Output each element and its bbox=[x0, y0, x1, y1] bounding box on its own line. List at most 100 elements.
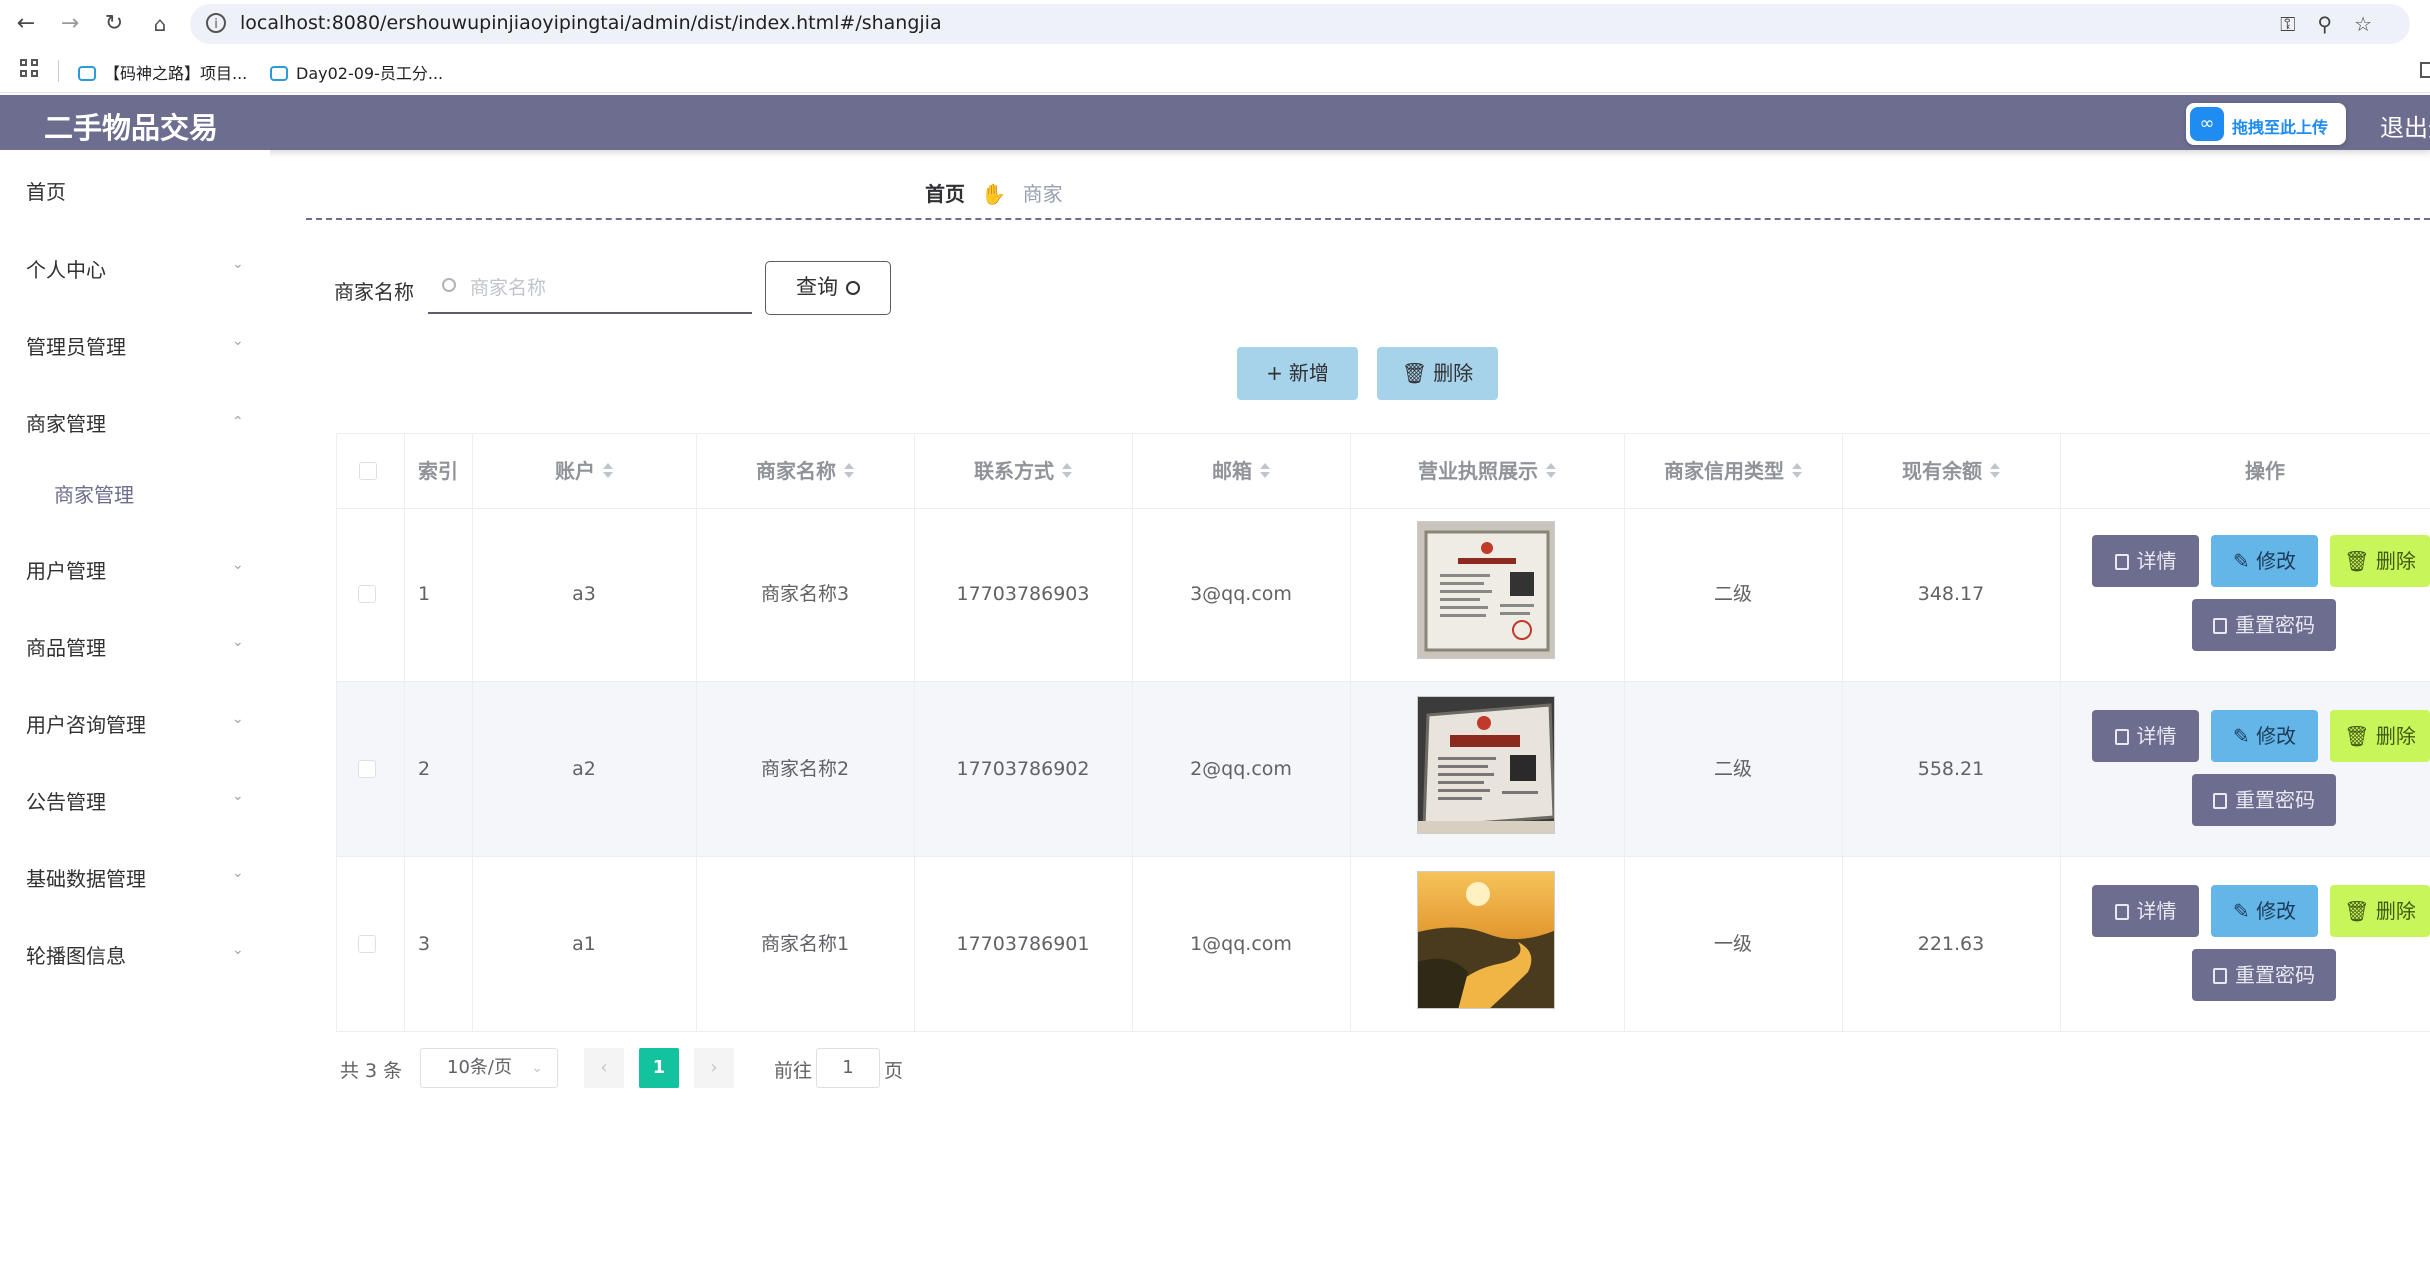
cell-index: 1 bbox=[418, 583, 431, 605]
search-icon bbox=[846, 281, 860, 295]
search-field[interactable] bbox=[428, 262, 752, 314]
column-header-balance[interactable]: 现有余额 bbox=[1842, 434, 2060, 508]
column-header-phone[interactable]: 联系方式 bbox=[914, 434, 1132, 508]
sidebar-item-basedata[interactable]: 基础数据管理 bbox=[26, 863, 146, 892]
sidebar-item-home[interactable]: 首页 bbox=[26, 176, 66, 205]
prev-page-button[interactable]: ‹ bbox=[584, 1048, 624, 1088]
reset-password-button[interactable]: 重置密码 bbox=[2192, 774, 2336, 826]
breadcrumb: 首页 ✋ 商家 bbox=[925, 178, 1063, 207]
cell-credit: 二级 bbox=[1713, 583, 1752, 605]
bilibili-icon bbox=[270, 66, 288, 81]
url-text[interactable]: localhost:8080/ershouwupinjiaoyipingtai/… bbox=[240, 12, 942, 34]
edit-button[interactable]: ✎ 修改 bbox=[2211, 535, 2318, 587]
delete-button[interactable]: 🗑 删除 bbox=[2330, 885, 2430, 937]
column-header-credit[interactable]: 商家信用类型 bbox=[1624, 434, 1842, 508]
edit-button[interactable]: ✎ 修改 bbox=[2211, 710, 2318, 762]
table-row: 3 a1 商家名称1 17703786901 1@qq.com 一级 221.6… bbox=[336, 857, 2430, 1032]
page-size-select[interactable]: 10条/页 ⌄ bbox=[420, 1048, 558, 1088]
next-page-button[interactable]: › bbox=[694, 1048, 734, 1088]
trash-icon: 🗑 bbox=[2344, 899, 2376, 923]
address-bar[interactable]: i localhost:8080/ershouwupinjiaoyipingta… bbox=[190, 4, 2410, 44]
forward-icon[interactable]: → bbox=[56, 10, 84, 38]
column-header-actions: 操作 bbox=[2245, 459, 2285, 483]
reset-password-button[interactable]: 重置密码 bbox=[2192, 949, 2336, 1001]
cell-balance: 558.21 bbox=[1917, 758, 1985, 780]
bookmark-item[interactable]: Day02-09-员工分... bbox=[270, 60, 443, 84]
reload-icon[interactable]: ↻ bbox=[100, 10, 128, 38]
document-icon bbox=[2213, 793, 2227, 809]
breadcrumb-home[interactable]: 首页 bbox=[925, 182, 965, 206]
delete-button[interactable]: 🗑 删除 bbox=[2330, 710, 2430, 762]
column-divider bbox=[1132, 433, 1133, 1032]
sort-icon bbox=[1062, 463, 1072, 478]
row-checkbox[interactable] bbox=[358, 760, 376, 778]
batch-delete-button[interactable]: 🗑 删除 bbox=[1377, 347, 1498, 400]
logout-button[interactable]: 退出登 bbox=[2380, 108, 2430, 143]
chevron-up-icon: ⌃ bbox=[232, 414, 244, 430]
row-checkbox[interactable] bbox=[358, 935, 376, 953]
column-header-name[interactable]: 商家名称 bbox=[696, 434, 914, 508]
sidebar-subitem-merchant[interactable]: 商家管理 bbox=[54, 479, 134, 508]
sidebar-item-notice[interactable]: 公告管理 bbox=[26, 786, 106, 815]
plus-icon: + bbox=[1266, 361, 1283, 385]
detail-button[interactable]: 详情 bbox=[2092, 535, 2199, 587]
sidebar-item-goods[interactable]: 商品管理 bbox=[26, 632, 106, 661]
upload-dropzone[interactable]: ∞ 拖拽至此上传 bbox=[2186, 103, 2346, 145]
sort-icon bbox=[1792, 463, 1802, 478]
goto-page-input[interactable]: 1 bbox=[816, 1048, 880, 1088]
cell-balance: 221.63 bbox=[1917, 933, 1985, 955]
column-divider bbox=[2060, 433, 2061, 1032]
sidebar-item-profile[interactable]: 个人中心 bbox=[26, 254, 106, 283]
site-info-icon[interactable]: i bbox=[206, 13, 226, 33]
document-icon bbox=[2213, 618, 2227, 634]
trash-icon: 🗑 bbox=[2344, 724, 2376, 748]
search-input[interactable] bbox=[468, 272, 742, 304]
column-header-license[interactable]: 营业执照展示 bbox=[1350, 434, 1624, 508]
chevron-down-icon: ⌄ bbox=[232, 634, 244, 650]
sidebar-item-consult[interactable]: 用户咨询管理 bbox=[26, 709, 146, 738]
column-header-account[interactable]: 账户 bbox=[472, 434, 696, 508]
sidebar-item-merchant[interactable]: 商家管理 bbox=[26, 408, 106, 437]
home-icon[interactable]: ⌂ bbox=[146, 10, 174, 38]
cell-credit: 二级 bbox=[1713, 758, 1752, 780]
address-bar-actions[interactable]: ⚿⚲☆ bbox=[2280, 12, 2394, 36]
bilibili-icon bbox=[78, 66, 96, 81]
license-thumbnail bbox=[1418, 697, 1554, 833]
row-checkbox[interactable] bbox=[358, 585, 376, 603]
license-image[interactable] bbox=[1417, 871, 1555, 1009]
column-divider bbox=[1624, 433, 1625, 1032]
sidebar-item-admin[interactable]: 管理员管理 bbox=[26, 331, 126, 360]
search-label: 商家名称 bbox=[334, 280, 414, 304]
back-icon[interactable]: ← bbox=[12, 10, 40, 38]
column-header-email[interactable]: 邮箱 bbox=[1132, 434, 1350, 508]
delete-button[interactable]: 🗑 删除 bbox=[2330, 535, 2430, 587]
upload-label: 拖拽至此上传 bbox=[2232, 118, 2329, 137]
cell-account: a1 bbox=[572, 933, 596, 955]
page-number-1[interactable]: 1 bbox=[639, 1048, 679, 1088]
sidebar-item-users[interactable]: 用户管理 bbox=[26, 555, 106, 584]
detail-button[interactable]: 详情 bbox=[2092, 885, 2199, 937]
bookmark-item[interactable]: 【码神之路】项目... bbox=[78, 60, 247, 84]
chevron-down-icon: ⌄ bbox=[232, 865, 244, 881]
sort-icon bbox=[1990, 463, 2000, 478]
license-image[interactable] bbox=[1417, 696, 1555, 834]
sidebar: 首页 个人中心 ⌄ 管理员管理 ⌄ 商家管理 ⌃ 商家管理 用户管理 ⌄ 商品管… bbox=[0, 150, 270, 1261]
add-button[interactable]: + 新增 bbox=[1237, 347, 1358, 400]
license-image[interactable] bbox=[1417, 521, 1555, 659]
query-button[interactable]: 查询 bbox=[765, 261, 891, 315]
column-divider bbox=[914, 433, 915, 1032]
chevron-down-icon: ⌄ bbox=[232, 788, 244, 804]
cell-phone: 17703786901 bbox=[956, 933, 1090, 955]
chevron-down-icon: ⌄ bbox=[232, 711, 244, 727]
edit-button[interactable]: ✎ 修改 bbox=[2211, 885, 2318, 937]
sidebar-item-carousel[interactable]: 轮播图信息 bbox=[26, 940, 126, 969]
detail-button[interactable]: 详情 bbox=[2092, 710, 2199, 762]
all-bookmarks-icon[interactable] bbox=[2420, 62, 2430, 78]
delete-label: 删除 bbox=[1433, 361, 1474, 385]
select-all-checkbox[interactable] bbox=[359, 462, 377, 480]
star-icon: ☆ bbox=[2354, 12, 2394, 36]
apps-grid-icon[interactable] bbox=[20, 59, 40, 79]
cell-index: 2 bbox=[418, 758, 431, 780]
hand-icon: ✋ bbox=[981, 182, 1007, 206]
reset-password-button[interactable]: 重置密码 bbox=[2192, 599, 2336, 651]
